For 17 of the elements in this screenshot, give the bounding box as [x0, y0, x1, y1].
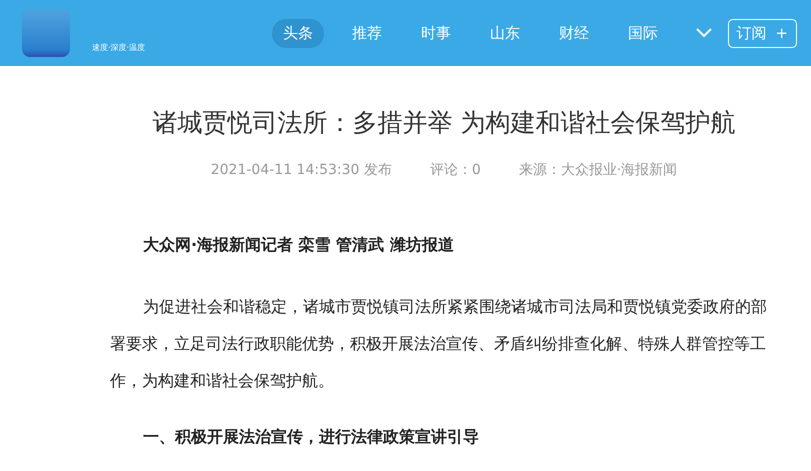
nav-tab[interactable]: 推荐 — [341, 18, 393, 48]
subscribe-button[interactable]: 订阅 + — [728, 18, 797, 48]
chevron-down-icon[interactable] — [695, 27, 713, 39]
nav-tab[interactable]: 时事 — [410, 18, 462, 48]
article-title: 诸城贾悦司法所：多措并举 为构建和谐社会保驾护航 — [152, 107, 736, 139]
nav-tab[interactable]: 国际 — [617, 18, 669, 48]
section-heading: 一、积极开展法治宣传，进行法律政策宣讲引导 — [143, 427, 480, 448]
nav-tab[interactable]: 山东 — [479, 18, 531, 48]
nav-tab[interactable]: 头条 — [272, 18, 324, 48]
nav-tab[interactable]: 财经 — [548, 18, 600, 48]
source-text: 来源：大众报业·海报新闻 — [518, 161, 678, 179]
logo-icon — [22, 9, 70, 57]
paragraph-text: 为促进社会和谐稳定，诸城市贾悦镇司法所紧紧围绕诸城市司法局和贾悦镇党委政府的部署要求，立足司法行政职能优势，积极开展法治宣传、矛盾纠纷排查化解、特殊人群管控等工作，为构建和谐社会保驾护航。 — [110, 296, 768, 392]
publish-time: 2021-04-11 14:53:30 发布 — [210, 161, 392, 179]
comment-count[interactable]: 评论：0 — [430, 161, 481, 179]
logo-tagline: 速度·深度·温度 — [92, 42, 146, 53]
byline-text: 大众网·海报新闻记者 栾雪 管清武 潍坊报道 — [143, 235, 455, 256]
